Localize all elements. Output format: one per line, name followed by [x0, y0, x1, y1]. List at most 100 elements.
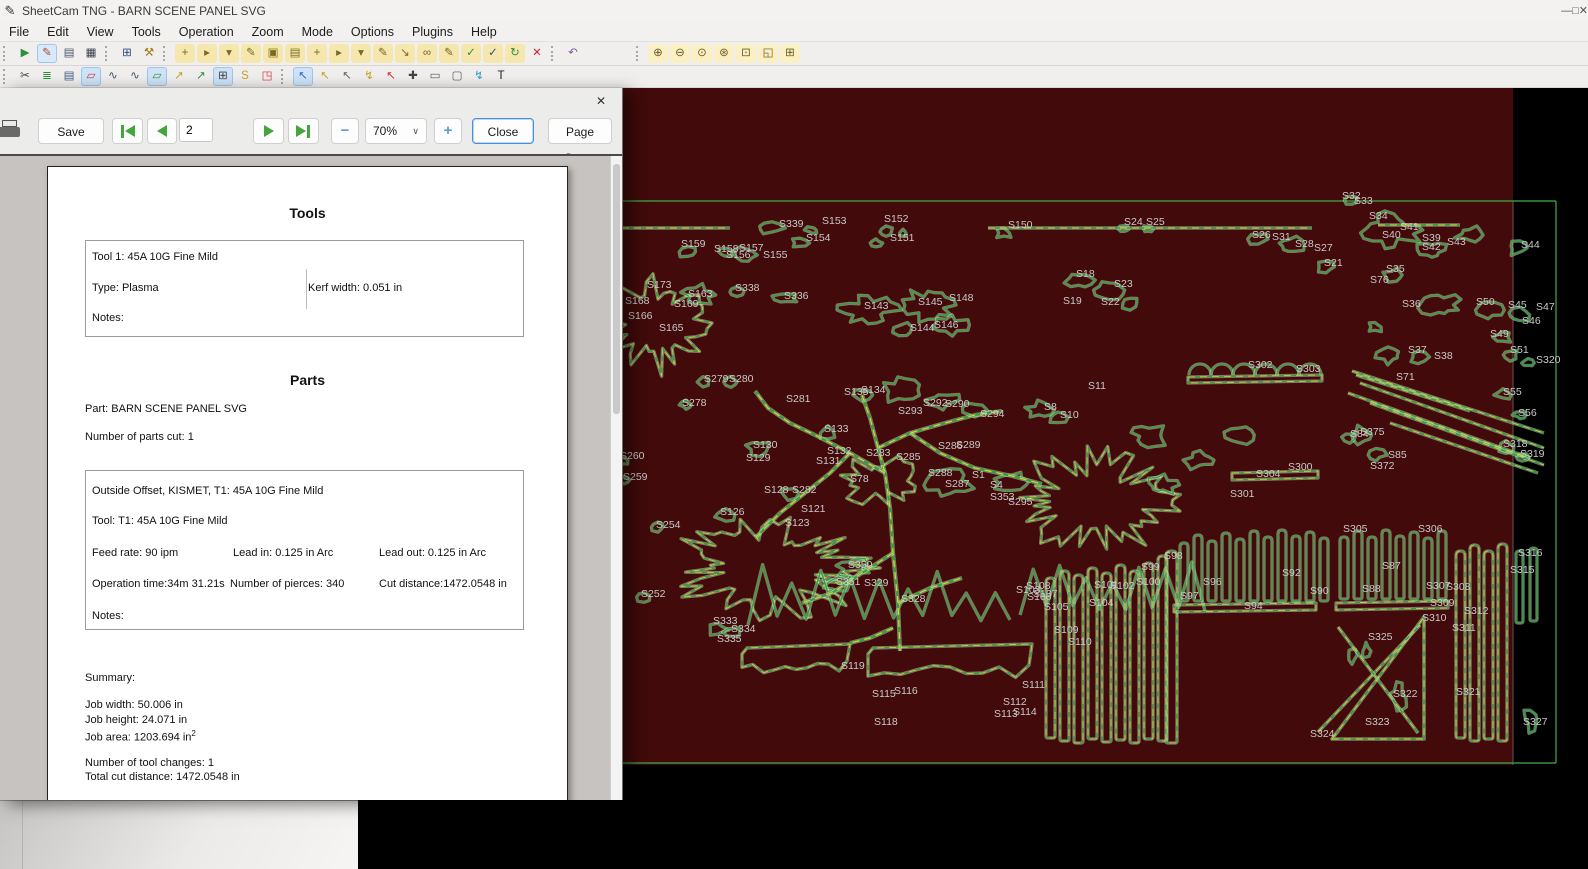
enable-cuts-icon[interactable]: ✓ [461, 44, 481, 63]
save-enabled-cuts-icon[interactable]: ✓ [483, 44, 503, 63]
dialog-scrollbar[interactable] [610, 156, 622, 800]
link-drawing-icon[interactable]: ∞ [417, 44, 437, 63]
scrollbar-thumb[interactable] [613, 164, 620, 414]
node-edit-icon[interactable]: ∿ [103, 67, 123, 86]
contour-label: S78 [850, 473, 869, 485]
copy-part-icon[interactable]: ▣ [263, 44, 283, 63]
contour-label: S350 [848, 559, 873, 571]
zoom-out-button[interactable]: − [331, 118, 359, 144]
output-window-icon[interactable]: ▤ [59, 67, 79, 86]
menu-tools[interactable]: Tools [123, 25, 170, 39]
menu-view[interactable]: View [78, 25, 123, 39]
new-part-icon[interactable]: + [175, 44, 195, 63]
edit-job-icon[interactable]: ✎ [37, 44, 57, 63]
last-page-button[interactable] [288, 118, 319, 144]
print-job-icon[interactable]: ▤ [59, 44, 79, 63]
paste-part-icon[interactable]: ▤ [285, 44, 305, 63]
select-lead-icon[interactable]: ↖ [337, 67, 357, 86]
marquee-tool-icon[interactable]: ▢ [447, 67, 467, 86]
zoom-window-icon[interactable]: ⊡ [736, 44, 756, 63]
contour-label: S333 [713, 615, 738, 627]
toolbar-grip[interactable] [281, 69, 288, 84]
menu-zoom[interactable]: Zoom [243, 25, 293, 39]
contour-label: S110 [1068, 636, 1092, 648]
simulate-icon[interactable]: ↯ [469, 67, 489, 86]
layers-icon[interactable]: ≣ [37, 67, 57, 86]
toolbar-grip[interactable] [163, 46, 170, 61]
refresh-parts-icon[interactable]: ↻ [505, 44, 525, 63]
zoom-level-select[interactable]: 70% ∨ [365, 118, 427, 144]
show-machine-icon[interactable]: ⊞ [213, 67, 233, 86]
show-offsets-icon[interactable]: ▱ [147, 67, 167, 86]
edit-part-icon[interactable]: ✎ [241, 44, 261, 63]
maximize-button[interactable]: □ [1572, 5, 1579, 17]
select-contour-icon[interactable]: ↖ [381, 67, 401, 86]
menu-file[interactable]: File [0, 25, 38, 39]
calculator-icon[interactable]: ⊞ [117, 44, 137, 63]
previous-page-button[interactable] [147, 118, 177, 144]
first-page-button[interactable] [112, 118, 143, 144]
add-process-icon[interactable]: + [307, 44, 327, 63]
show-start-points-icon[interactable]: S [235, 67, 255, 86]
delete-part-icon[interactable]: ✕ [527, 44, 547, 63]
contour-label: S282 [792, 484, 817, 496]
plot-job-icon[interactable]: ▦ [81, 44, 101, 63]
minimize-button[interactable]: — [1561, 5, 1572, 17]
menu-mode[interactable]: Mode [293, 25, 342, 39]
toolbar-grip[interactable] [3, 69, 10, 84]
save-part-icon[interactable]: ▾ [219, 44, 239, 63]
operation-info-box: Outside Offset, KISMET, T1: 45A 10G Fine… [85, 470, 524, 630]
zoom-machine-icon[interactable]: ⊞ [780, 44, 800, 63]
measure-tool-icon[interactable]: ▭ [425, 67, 445, 86]
toolbar-grip[interactable] [551, 46, 558, 61]
import-drawing-icon[interactable]: ↘ [395, 44, 415, 63]
contour-label: S23 [1114, 278, 1133, 290]
corner-loops-icon[interactable]: ◳ [257, 67, 277, 86]
menu-plugins[interactable]: Plugins [403, 25, 462, 39]
select-start-point-icon[interactable]: ↖ [315, 67, 335, 86]
zoom-in-icon[interactable]: ⊕ [648, 44, 668, 63]
menu-operation[interactable]: Operation [170, 25, 243, 39]
zoom-all-parts-icon[interactable]: ⊛ [714, 44, 734, 63]
contour-label: S18 [1076, 268, 1095, 280]
save-process-icon[interactable]: ▾ [351, 44, 371, 63]
toolbar-grip[interactable] [105, 46, 112, 61]
select-fast-move-icon[interactable]: ↯ [359, 67, 379, 86]
print-icon[interactable] [0, 120, 22, 137]
edit-toolpath-icon[interactable]: ✎ [439, 44, 459, 63]
open-process-icon[interactable]: ▸ [329, 44, 349, 63]
dialog-close-icon[interactable]: ✕ [592, 92, 610, 110]
save-button[interactable]: Save [38, 118, 104, 144]
zoom-in-button[interactable]: + [434, 118, 462, 144]
next-page-button[interactable] [253, 118, 284, 144]
show-cut-paths-icon[interactable]: ▱ [81, 67, 101, 86]
zoom-out-icon[interactable]: ⊖ [670, 44, 690, 63]
close-button[interactable]: ✕ [1579, 5, 1588, 17]
lead-out: Lead out: 0.125 in Arc [379, 547, 487, 559]
spline-edit-icon[interactable]: ∿ [125, 67, 145, 86]
toolbar-grip[interactable] [636, 46, 643, 61]
zoom-sheet-icon[interactable]: ◱ [758, 44, 778, 63]
tool-type: Type: Plasma [92, 282, 159, 294]
open-part-icon[interactable]: ▸ [197, 44, 217, 63]
close-button[interactable]: Close [472, 118, 534, 144]
material-setup-icon[interactable]: ✂ [15, 67, 35, 86]
show-rapid-moves-icon[interactable]: ↗ [191, 67, 211, 86]
menu-options[interactable]: Options [342, 25, 403, 39]
page-setup-button[interactable]: Page Setup [548, 118, 612, 165]
consumables-icon[interactable]: ⚒ [139, 44, 159, 63]
edit-process-icon[interactable]: ✎ [373, 44, 393, 63]
select-tool-icon[interactable]: ↖ [293, 67, 313, 86]
menu-help[interactable]: Help [462, 25, 506, 39]
undo-icon[interactable]: ↶ [563, 44, 583, 63]
pan-tool-icon[interactable]: ✚ [403, 67, 423, 86]
show-jump-moves-icon[interactable]: ↗ [169, 67, 189, 86]
toolbar-grip[interactable] [3, 46, 10, 61]
text-tool-icon[interactable]: T [491, 67, 511, 86]
tools-heading: Tools [289, 205, 326, 221]
page-number-input[interactable] [179, 118, 213, 142]
zoom-part-icon[interactable]: ⊙ [692, 44, 712, 63]
post-process-job-icon[interactable]: ▶ [15, 44, 35, 63]
menu-edit[interactable]: Edit [38, 25, 78, 39]
contour-label: S168 [625, 295, 650, 307]
